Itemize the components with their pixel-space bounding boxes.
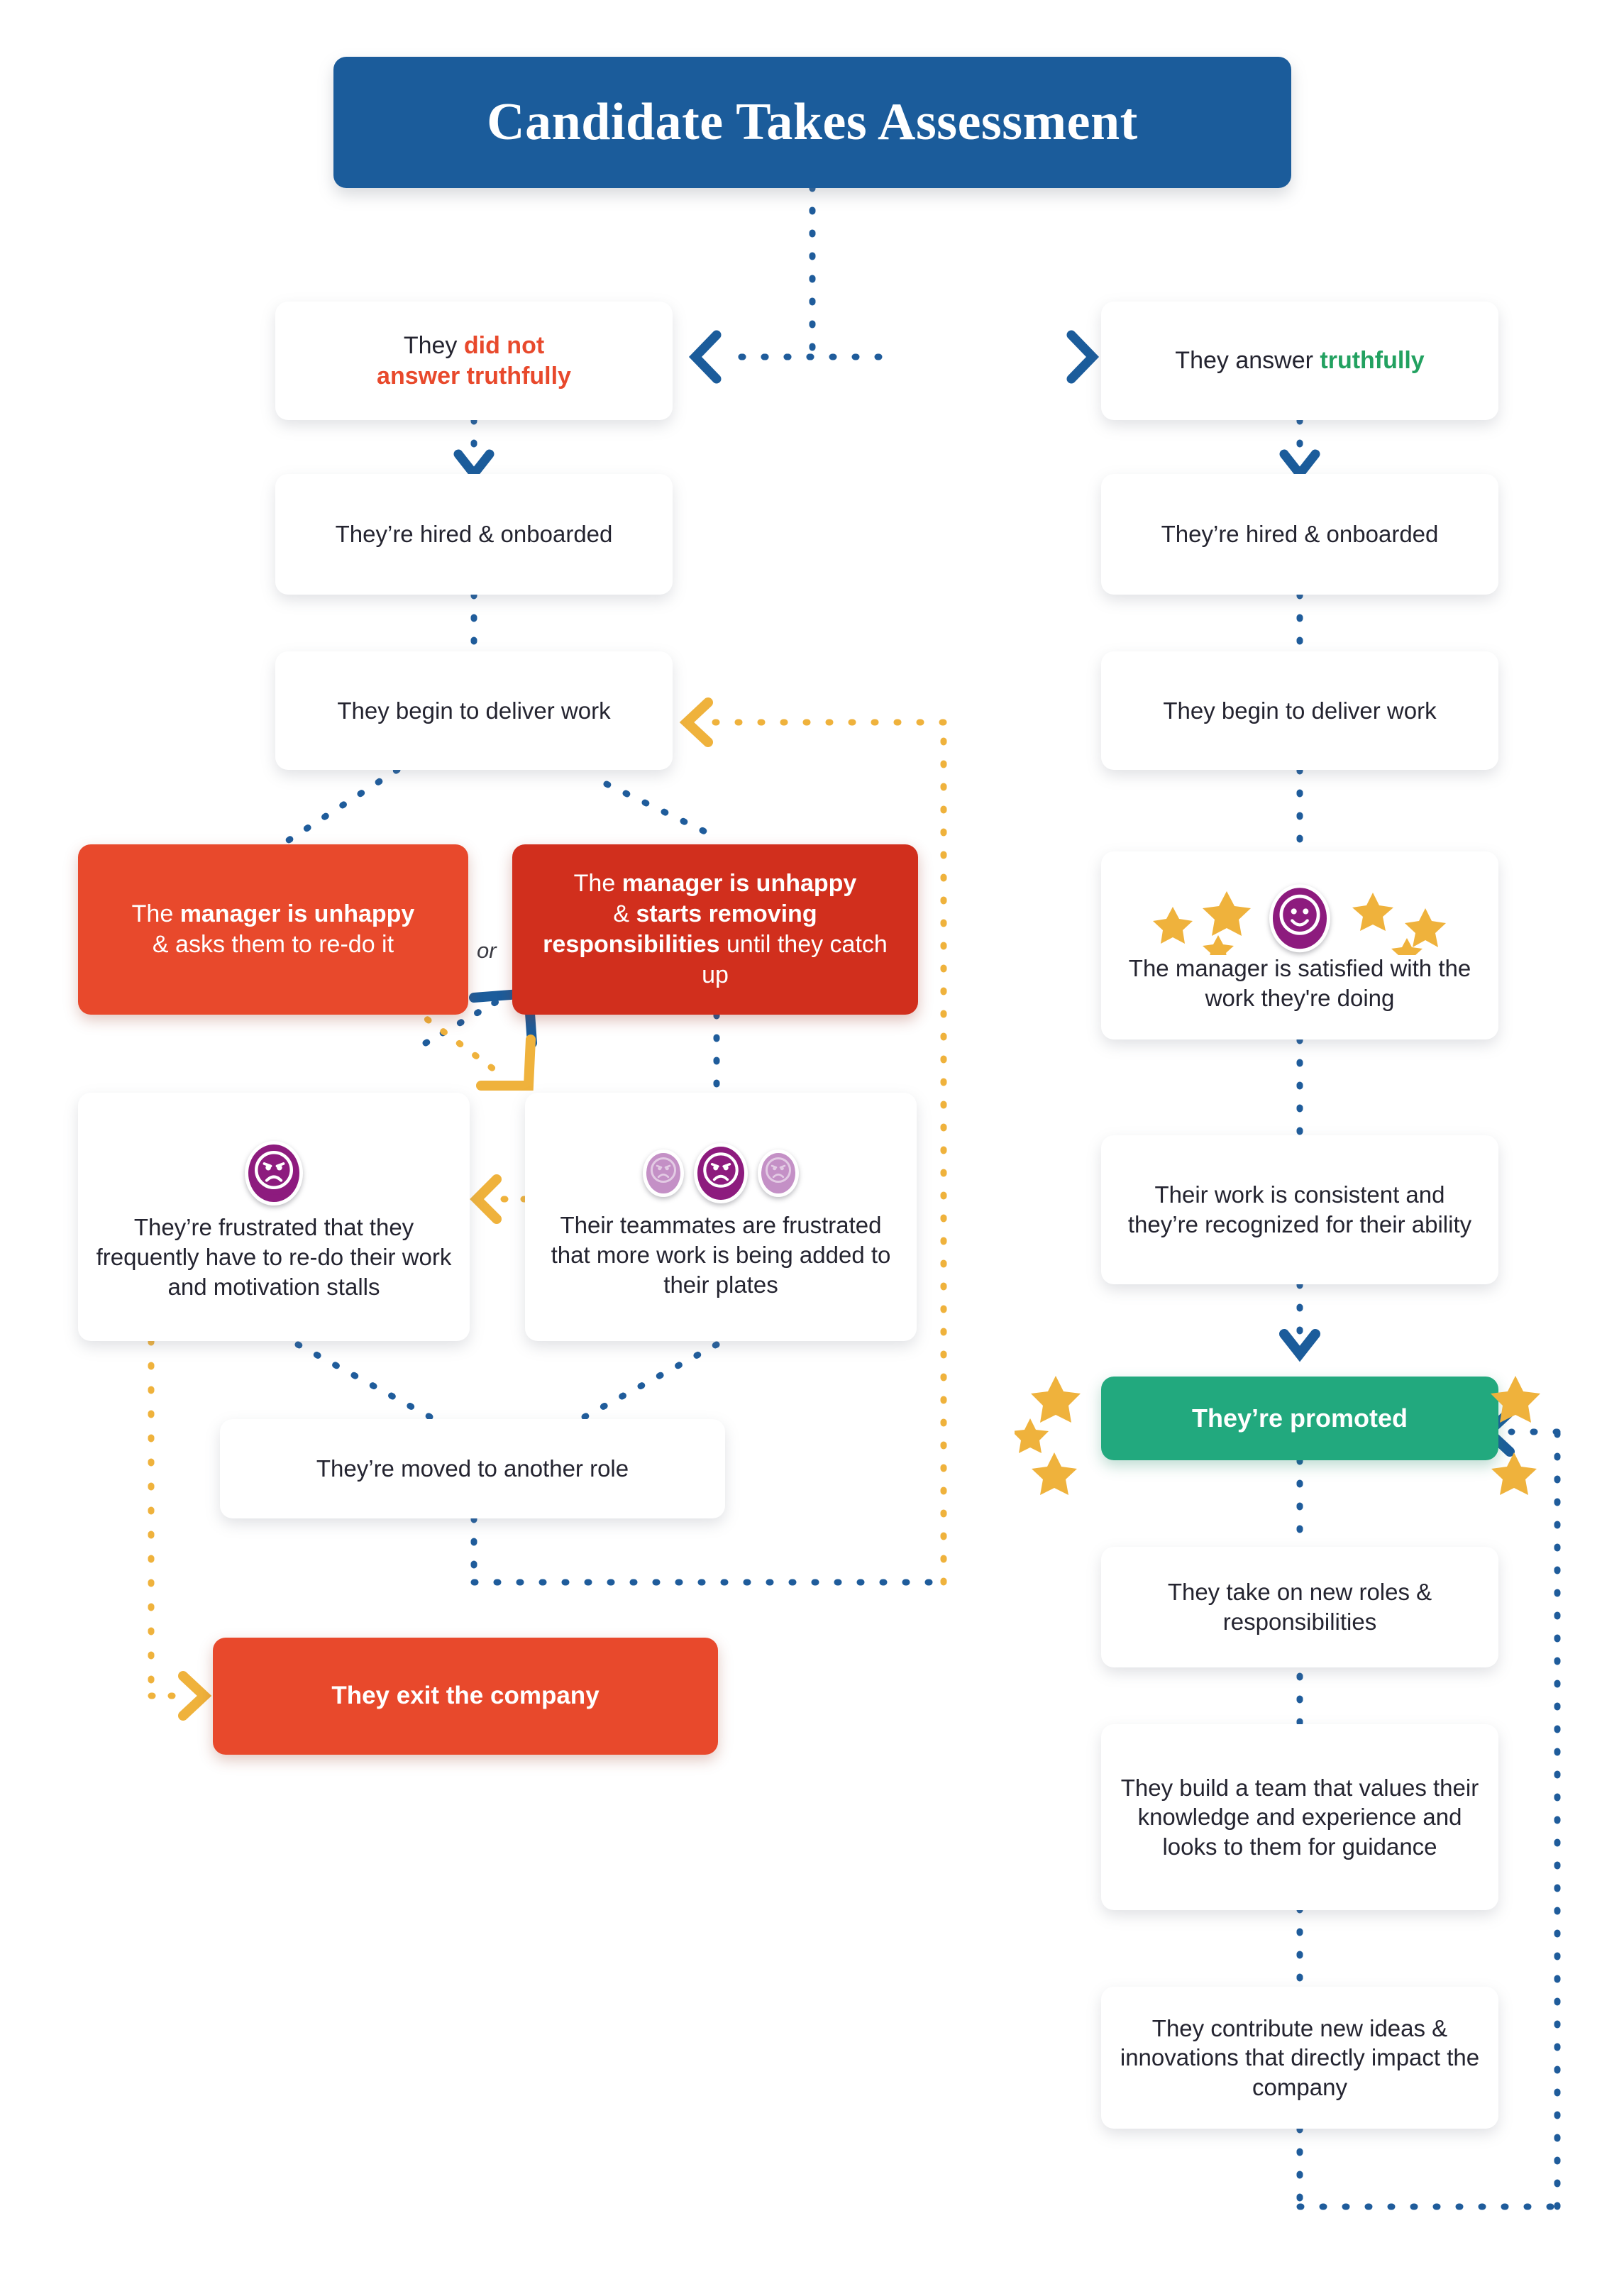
sad-face-row-triple <box>643 1142 799 1204</box>
right-decision-emphasis: truthfully <box>1320 347 1425 375</box>
left-decision-prefix: They <box>403 331 464 359</box>
flowchart-canvas: Candidate Takes Assessment They did not … <box>0 0 1624 2289</box>
or-connector-label: or <box>477 938 497 963</box>
left-decision-emphasis2: answer truthfully <box>377 362 571 390</box>
node-exit-company[interactable]: They exit the company <box>213 1638 718 1755</box>
node-promoted[interactable]: They’re promoted <box>1101 1377 1498 1460</box>
page-title: Candidate Takes Assessment <box>333 57 1291 188</box>
sad-face-icon-right <box>758 1149 799 1198</box>
star-cluster-left <box>1015 1376 1081 1495</box>
node-manager-unhappy-removing[interactable]: The manager is unhappy & starts removing… <box>512 844 918 1015</box>
node-frustrated-teammates[interactable]: Their teammates are frustrated that more… <box>525 1093 917 1341</box>
node-work-consistent[interactable]: Their work is consistent and they’re rec… <box>1101 1135 1498 1284</box>
manager-a-tail: & asks them to re-do it <box>152 931 394 958</box>
node-build-team[interactable]: They build a team that values their know… <box>1101 1724 1498 1910</box>
node-left-hired[interactable]: They’re hired & onboarded <box>275 474 673 595</box>
node-manager-unhappy-redo[interactable]: The manager is unhappy & asks them to re… <box>78 844 468 1015</box>
node-left-decision[interactable]: They did not answer truthfully <box>275 302 673 420</box>
manager-a-bold: manager is unhappy <box>179 900 415 928</box>
right-decision-prefix: They answer <box>1175 347 1320 375</box>
manager-b-lead: The <box>573 870 622 898</box>
happy-face-icon <box>1269 884 1330 952</box>
star-cluster-right <box>1491 1376 1540 1495</box>
node-frustrated-teammates-label: Their teammates are frustrated that more… <box>551 1212 891 1298</box>
node-new-ideas[interactable]: They contribute new ideas & innovations … <box>1101 1987 1498 2129</box>
node-manager-satisfied[interactable]: The manager is satisfied with the work t… <box>1101 851 1498 1039</box>
sad-face-row-single <box>245 1140 303 1206</box>
left-decision-emphasis: did not <box>463 331 545 359</box>
node-manager-satisfied-label: The manager is satisfied with the work t… <box>1128 954 1471 1011</box>
manager-b-mid: & <box>613 900 636 928</box>
satisfied-icon-group <box>1117 883 1483 955</box>
node-moved-role[interactable]: They’re moved to another role <box>220 1419 725 1518</box>
manager-a-lead: The <box>131 900 180 928</box>
node-right-deliver[interactable]: They begin to deliver work <box>1101 651 1498 770</box>
sad-face-icon <box>245 1140 303 1206</box>
sad-face-icon-left <box>643 1149 684 1198</box>
manager-b-bold: manager is unhappy <box>622 870 857 898</box>
node-left-deliver[interactable]: They begin to deliver work <box>275 651 673 770</box>
node-right-hired[interactable]: They’re hired & onboarded <box>1101 474 1498 595</box>
sad-face-icon-center <box>694 1142 748 1204</box>
node-right-decision[interactable]: They answer truthfully <box>1101 302 1498 420</box>
manager-b-tail: until they catch up <box>702 931 888 988</box>
node-frustrated-self-label: They’re frustrated that they frequently … <box>96 1214 452 1300</box>
node-new-roles[interactable]: They take on new roles & responsibilitie… <box>1101 1547 1498 1667</box>
node-frustrated-self[interactable]: They’re frustrated that they frequently … <box>78 1093 470 1341</box>
